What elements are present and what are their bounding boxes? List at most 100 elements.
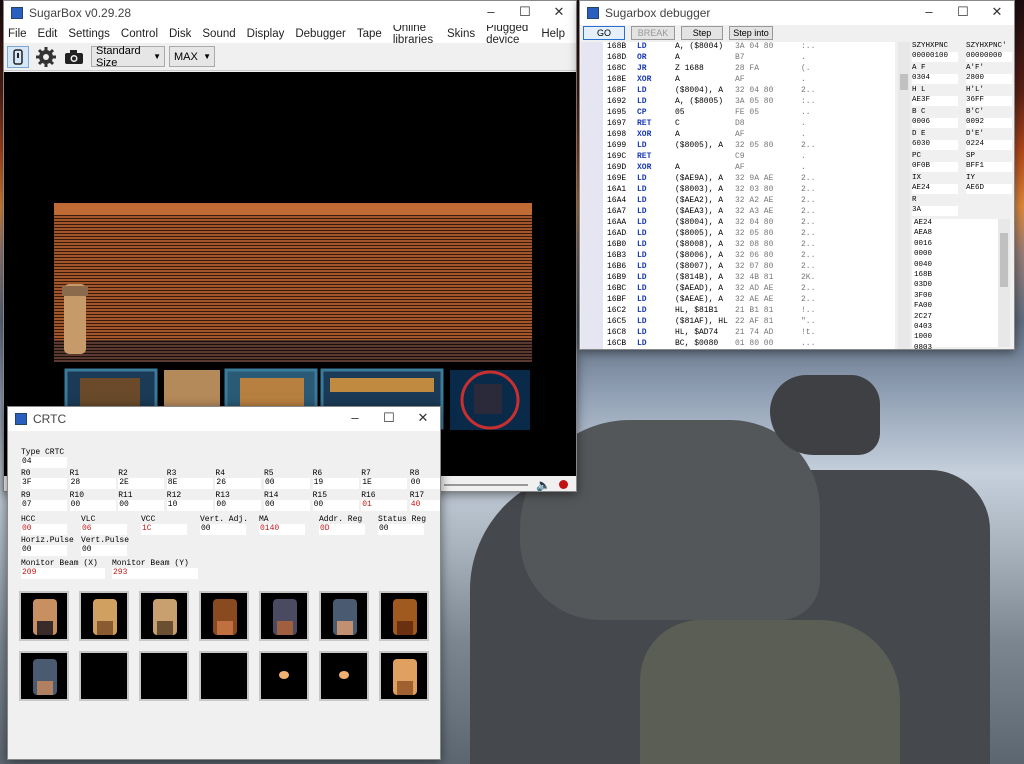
close-icon[interactable]: ✕ <box>980 1 1014 25</box>
crtc-value[interactable]: 0D <box>319 524 365 535</box>
stack-entry[interactable]: 2C27 <box>912 313 1008 323</box>
sprite-tile[interactable] <box>19 591 69 641</box>
go-button[interactable]: GO <box>583 26 625 40</box>
close-icon[interactable]: ✕ <box>406 407 440 431</box>
disassembly-line[interactable]: 16BC LD ($AEAD), A 32 AD AE 2.. <box>581 284 895 295</box>
menu-item[interactable]: Control <box>121 28 158 40</box>
crtc-value[interactable]: 8E <box>166 478 213 489</box>
crtc-value[interactable]: 00 <box>21 545 67 556</box>
stack-entry[interactable]: 1000 <box>912 333 1008 343</box>
speed-select[interactable]: MAX ▼ <box>169 46 215 67</box>
crtc-value[interactable]: 00 <box>69 500 116 511</box>
disassembly-line[interactable]: 169D XOR A AF. <box>581 163 895 174</box>
sprite-tile[interactable] <box>79 591 129 641</box>
sprite-tile[interactable] <box>199 651 249 701</box>
stack-entry[interactable]: FA00 <box>912 302 1008 312</box>
crtc-value[interactable]: 209 <box>21 568 105 579</box>
disassembly-line[interactable]: 168B LD A, ($8004) 3A 04 80:.. <box>581 42 895 53</box>
crtc-value[interactable]: 3F <box>21 478 67 489</box>
close-icon[interactable]: ✕ <box>542 1 576 25</box>
minimize-icon[interactable]: – <box>912 1 946 25</box>
menu-item[interactable]: Debugger <box>295 28 346 40</box>
menu-item[interactable]: File <box>8 28 27 40</box>
crtc-value[interactable]: 01 <box>361 500 408 511</box>
disassembly-line[interactable]: 1697 RET C D8. <box>581 119 895 130</box>
sprite-tile[interactable] <box>379 591 429 641</box>
crtc-value[interactable]: 19 <box>312 478 359 489</box>
register-value[interactable]: 00000000 <box>966 52 1012 62</box>
record-icon[interactable] <box>559 480 568 489</box>
disassembly-line[interactable]: 16C5 LD ($81AF), HL 22 AF 81 ".. <box>581 317 895 328</box>
register-value[interactable]: 3A <box>912 206 958 216</box>
disassembly-line[interactable]: 16BF LD ($AEAE), A 32 AE AE 2.. <box>581 295 895 306</box>
disassembly-line[interactable]: 16A7 LD ($AEA3), A 32 A3 AE 2.. <box>581 207 895 218</box>
crtc-value[interactable]: 00 <box>118 500 165 511</box>
sprite-tile[interactable] <box>199 591 249 641</box>
disassembly-line[interactable]: 16A4 LD ($AEA2), A 32 A2 AE 2.. <box>581 196 895 207</box>
disassembly-line[interactable]: 169E LD ($AE9A), A 32 9A AE 2.. <box>581 174 895 185</box>
sprite-tile[interactable] <box>259 651 309 701</box>
crtc-value[interactable]: 26 <box>215 478 262 489</box>
disassembly-line[interactable]: 169C RET C9. <box>581 152 895 163</box>
menu-item[interactable]: Display <box>247 28 285 40</box>
disassembly-line[interactable]: 16B9 LD ($814B), A 32 4B 81 2K. <box>581 273 895 284</box>
menu-item[interactable]: Sound <box>202 28 235 40</box>
register-value[interactable]: 36FF <box>966 96 1012 106</box>
register-value[interactable]: 0224 <box>966 140 1012 150</box>
crtc-value[interactable]: 00 <box>409 478 440 489</box>
settings-button[interactable] <box>35 46 57 68</box>
stack-entry[interactable]: 168B <box>912 271 1008 281</box>
crtc-value[interactable]: 00 <box>200 524 246 535</box>
crtc-value[interactable]: 07 <box>21 500 67 511</box>
menu-item[interactable]: Settings <box>68 28 110 40</box>
crtc-value[interactable]: 00 <box>378 524 424 535</box>
disassembly-line[interactable]: 1698 XOR A AF. <box>581 130 895 141</box>
sprite-tile[interactable] <box>139 591 189 641</box>
stack-entry[interactable]: AEA8 <box>912 229 1008 239</box>
register-value[interactable]: BFF1 <box>966 162 1012 172</box>
disassembly-line[interactable]: 168D OR A B7. <box>581 53 895 64</box>
crtc-value[interactable]: 00 <box>215 500 262 511</box>
register-value[interactable]: AE24 <box>912 184 958 194</box>
menu-item[interactable]: Online libraries <box>393 22 436 46</box>
stack-entry[interactable]: 03D0 <box>912 281 1008 291</box>
size-select[interactable]: Standard Size ▼ <box>91 45 165 69</box>
volume-slider[interactable] <box>444 479 529 491</box>
crtc-value[interactable]: 28 <box>69 478 116 489</box>
disassembly-line[interactable]: 16CB LD BC, $0080 01 80 00... <box>581 339 895 349</box>
stack-entry[interactable]: 0016 <box>912 240 1008 250</box>
disassembly-line[interactable]: 168E XOR A AF. <box>581 75 895 86</box>
stack-view[interactable]: AE24 AEA8 0016 0000 0040 168B 03D0 3F00 FA00 2C27… <box>912 219 1008 349</box>
stack-entry[interactable]: 0040 <box>912 261 1008 271</box>
sprite-tile[interactable] <box>319 651 369 701</box>
crtc-value[interactable]: 06 <box>81 524 127 535</box>
crtc-value[interactable]: 04 <box>21 457 67 468</box>
crtc-value[interactable]: 2E <box>118 478 165 489</box>
disassembly-line[interactable]: 16B3 LD ($8006), A 32 06 80 2.. <box>581 251 895 262</box>
sprite-tile[interactable] <box>19 651 69 701</box>
disassembly-line[interactable]: 1695 CP 05 FE 05.. <box>581 108 895 119</box>
stack-entry[interactable]: 3F00 <box>912 292 1008 302</box>
register-value[interactable]: 6030 <box>912 140 958 150</box>
disassembly-line[interactable]: 168C JR Z 1688 28 FA (. <box>581 64 895 75</box>
disassembly-line[interactable]: 16B0 LD ($8008), A 32 08 80 2.. <box>581 240 895 251</box>
crtc-value[interactable]: 00 <box>264 478 310 489</box>
register-value[interactable]: 0006 <box>912 118 958 128</box>
register-value[interactable]: 0304 <box>912 74 958 84</box>
stack-entry[interactable]: 0403 <box>912 323 1008 333</box>
disassembly-line[interactable]: 16AA LD ($8004), A 32 04 80 2.. <box>581 218 895 229</box>
disassembly-line[interactable]: 16A1 LD ($8003), A 32 03 80 2.. <box>581 185 895 196</box>
step-button[interactable]: Step <box>681 26 723 40</box>
crtc-value[interactable]: 1E <box>361 478 408 489</box>
sprite-tile[interactable] <box>319 591 369 641</box>
menu-item[interactable]: Disk <box>169 28 191 40</box>
sprite-tile[interactable] <box>259 591 309 641</box>
disassembly-line[interactable]: 168F LD ($8004), A 32 04 80 2.. <box>581 86 895 97</box>
stack-entry[interactable]: AE24 <box>912 219 1008 229</box>
joystick-button[interactable] <box>7 45 29 68</box>
crtc-value[interactable]: 00 <box>264 500 310 511</box>
menu-item[interactable]: Tape <box>357 28 382 40</box>
menu-item[interactable]: Plugged device <box>486 22 530 46</box>
sprite-tile[interactable] <box>139 651 189 701</box>
disassembly-scrollbar[interactable] <box>898 42 910 349</box>
